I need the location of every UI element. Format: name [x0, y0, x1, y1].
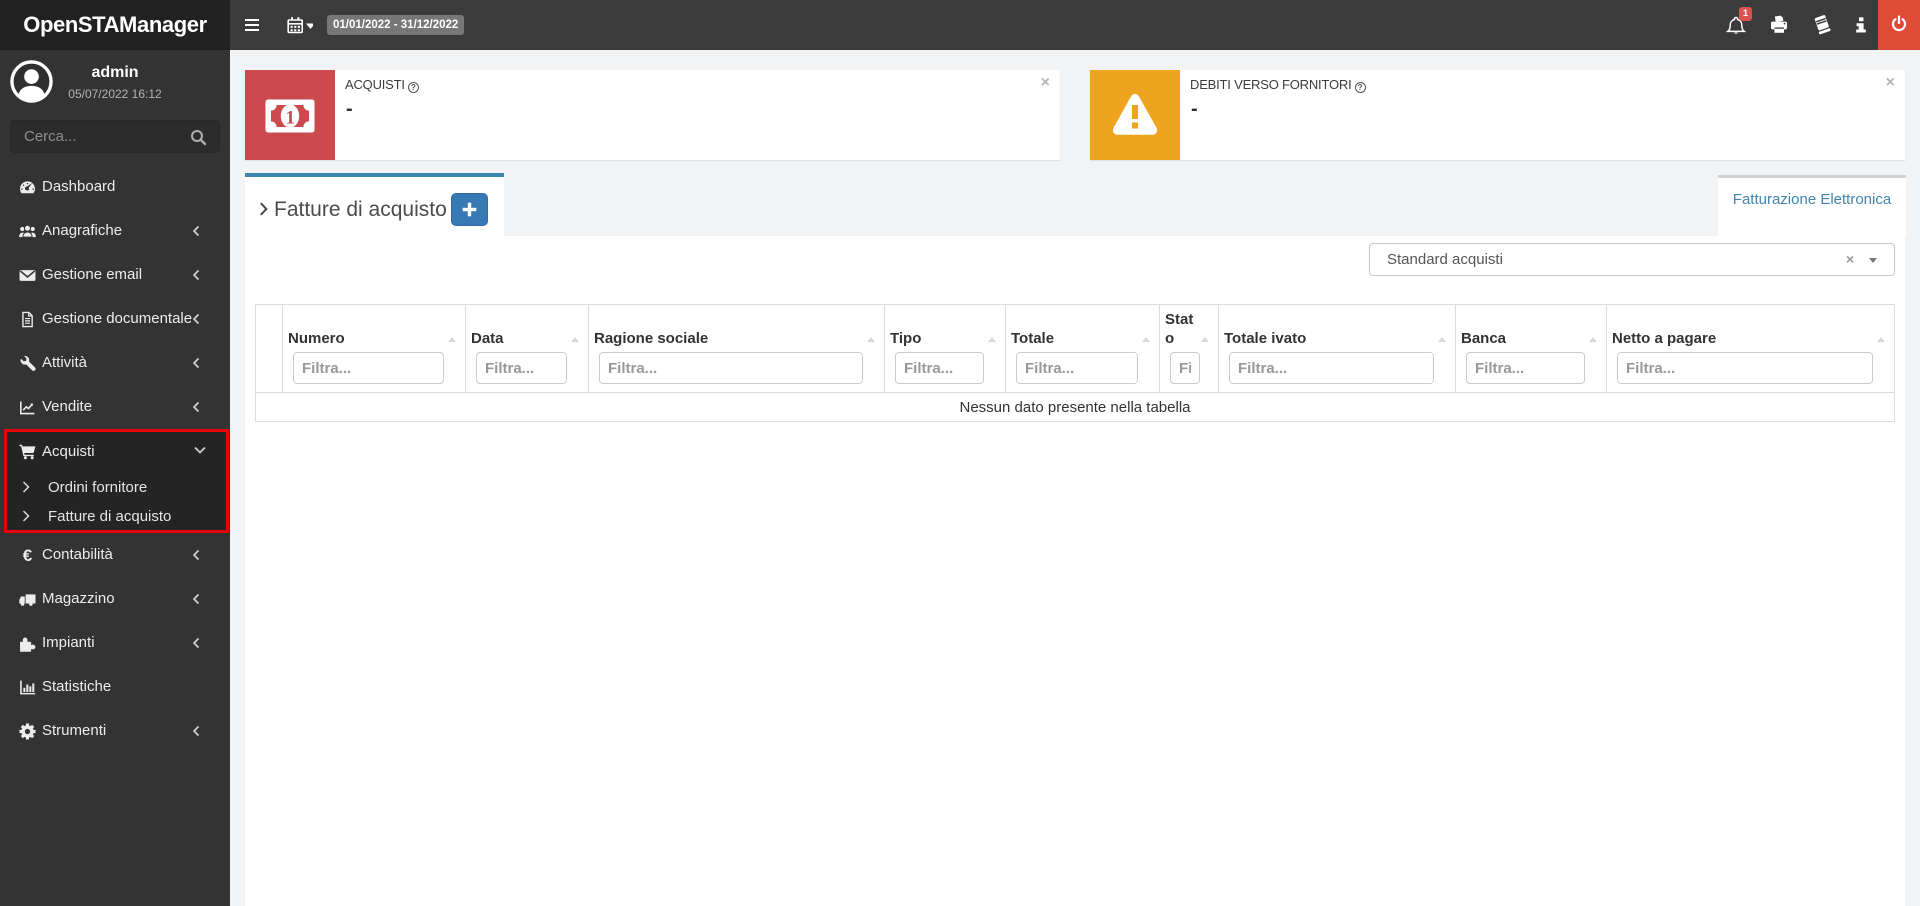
svg-text:1: 1 — [285, 108, 295, 129]
